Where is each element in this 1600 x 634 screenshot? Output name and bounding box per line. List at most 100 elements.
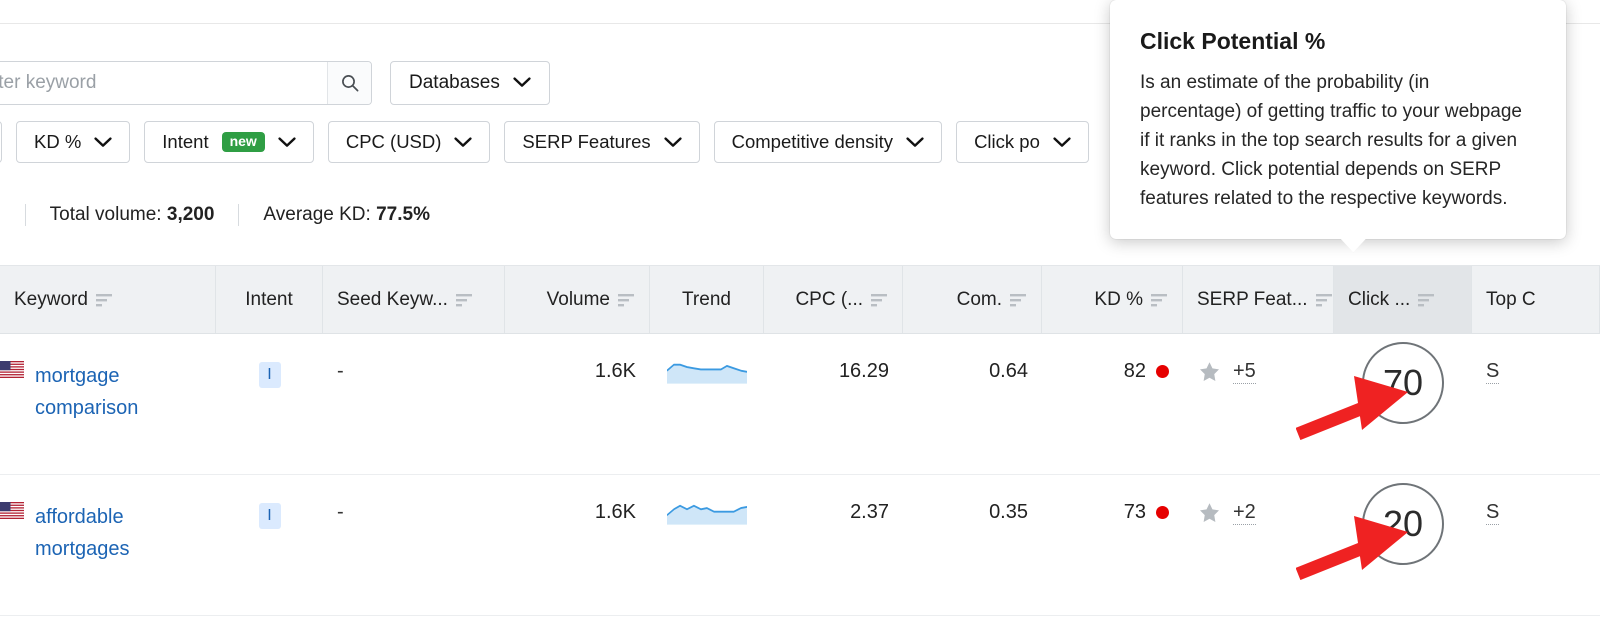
sort-icon[interactable]	[1418, 293, 1435, 307]
intent-badge[interactable]: I	[259, 503, 281, 529]
search-button[interactable]	[327, 62, 371, 104]
column-header-label: KD %	[1094, 289, 1143, 311]
star-icon[interactable]	[1197, 360, 1222, 384]
kd-difficulty-dot	[1156, 365, 1169, 378]
sort-icon[interactable]	[871, 293, 888, 307]
column-header-cpc[interactable]: CPC (...	[764, 266, 903, 333]
kd-wrap: 82	[1124, 360, 1169, 383]
filter-chip-label: KD %	[34, 131, 81, 153]
databases-label: Databases	[409, 72, 500, 94]
click-potential-tooltip: Click Potential % Is an estimate of the …	[1110, 0, 1566, 239]
click-potential-value: 70	[1362, 342, 1444, 424]
sort-icon[interactable]	[1151, 293, 1168, 307]
column-header-serp-feat[interactable]: SERP Feat...	[1183, 266, 1334, 333]
tooltip-body: Is an estimate of the probability (in pe…	[1140, 69, 1536, 213]
cell-competition: 0.64	[903, 334, 1042, 474]
sort-icon[interactable]	[96, 293, 113, 307]
intent-badge[interactable]: I	[259, 362, 281, 388]
chevron-down-icon	[94, 131, 112, 153]
serp-features-wrap: +2	[1197, 501, 1256, 525]
column-header-click[interactable]: Click ...	[1334, 266, 1472, 333]
chevron-down-icon	[513, 72, 531, 94]
new-badge: new	[222, 132, 265, 152]
cell-keyword: affordable mortgages	[0, 475, 216, 615]
volume-value: 1.6K	[595, 360, 636, 383]
column-header-kd[interactable]: KD %	[1042, 266, 1183, 333]
column-header-trend: Trend	[650, 266, 764, 333]
trend-sparkline	[667, 360, 747, 386]
sort-icon[interactable]	[456, 293, 473, 307]
us-flag-icon	[0, 360, 24, 387]
sort-icon[interactable]	[1316, 293, 1333, 307]
chevron-down-icon	[454, 131, 472, 153]
filter-chip-label: SERP Features	[522, 131, 650, 153]
filter-chip-kd[interactable]: KD %	[16, 121, 130, 163]
filters-toolbar: KD % Intent new CPC (USD) SERP Features Compe…	[0, 121, 1089, 163]
databases-dropdown[interactable]: Databases	[390, 61, 550, 105]
column-header-label: Seed Keyw...	[337, 289, 448, 311]
search-input[interactable]	[0, 62, 327, 104]
keyword-search-box[interactable]	[0, 61, 372, 105]
column-header-label: Com.	[957, 289, 1002, 311]
cell-cpc: 2.37	[764, 475, 903, 615]
filter-chip-click-po[interactable]: Click po	[956, 121, 1089, 163]
column-header-top-c: Top C	[1472, 266, 1600, 333]
filter-chip-label: Competitive density	[732, 131, 893, 153]
keyword-magic-tool-screen: Databases KD % Intent new CPC (USD) SERP Fea…	[0, 0, 1600, 634]
stat-2: Average KD: 77.5%	[239, 204, 454, 226]
stat-value: 3,200	[167, 204, 215, 225]
stat-value: 77.5%	[376, 204, 430, 225]
column-header-volume[interactable]: Volume	[505, 266, 650, 333]
filter-chip-label: Click po	[974, 131, 1040, 153]
star-icon[interactable]	[1197, 501, 1222, 525]
filter-chip-label: CPC (USD)	[346, 131, 442, 153]
table-row: mortgage comparisonI-1.6K16.290.6482+570…	[0, 334, 1600, 475]
table-row: affordable mortgages I - 1.6K 2.370.35 73 +2 20…	[0, 475, 1600, 616]
sort-icon[interactable]	[1010, 293, 1027, 307]
stat-1: Total volume: 3,200	[26, 204, 239, 226]
tooltip-title: Click Potential %	[1140, 28, 1536, 55]
seed-keyword-value: -	[337, 360, 344, 383]
serp-features-more[interactable]: +2	[1233, 501, 1256, 525]
chevron-down-icon	[278, 131, 296, 153]
top-competitor-value[interactable]: S	[1486, 501, 1499, 525]
kd-wrap: 73	[1124, 501, 1169, 524]
filter-chip-serp-features[interactable]: SERP Features	[504, 121, 699, 163]
top-competitor-value[interactable]: S	[1486, 360, 1499, 384]
filter-chip-label: Intent	[162, 131, 208, 153]
cell-kd: 73	[1042, 475, 1183, 615]
column-header-label: Top C	[1486, 289, 1536, 311]
serp-features-more[interactable]: +5	[1233, 360, 1256, 384]
filter-chip-cpc-usd[interactable]: CPC (USD)	[328, 121, 491, 163]
column-header-seed-keyw[interactable]: Seed Keyw...	[323, 266, 505, 333]
click-potential-value: 20	[1362, 483, 1444, 565]
stat-value: 2	[0, 204, 1, 225]
keyword-link[interactable]: mortgage comparison	[35, 360, 185, 424]
filter-chip-first[interactable]	[0, 121, 2, 163]
column-header-intent: Intent	[216, 266, 323, 333]
us-flag-icon	[0, 501, 24, 528]
cell-competition: 0.35	[903, 475, 1042, 615]
column-header-label: Intent	[245, 289, 293, 311]
stat-label: Average KD:	[263, 204, 370, 225]
cell-volume: 1.6K	[505, 475, 650, 615]
volume-value: 1.6K	[595, 501, 636, 524]
filter-chip-competitive-density[interactable]: Competitive density	[714, 121, 942, 163]
cell-volume: 1.6K	[505, 334, 650, 474]
column-header-label: Trend	[682, 289, 731, 311]
cell-serp-features: +5	[1183, 334, 1334, 474]
stat-0: s: 2	[0, 204, 25, 226]
search-icon	[340, 73, 360, 93]
kd-value: 73	[1124, 501, 1146, 524]
column-header-label: Click ...	[1348, 289, 1410, 311]
cell-top-competitor: S	[1472, 475, 1600, 615]
cell-seed-keyword: -	[323, 475, 505, 615]
column-header-com[interactable]: Com.	[903, 266, 1042, 333]
table-header-row: Keyword Intent Seed Keyw... Volume Trend CPC …	[0, 265, 1600, 334]
filter-chip-intent[interactable]: Intent new	[144, 121, 314, 163]
cell-keyword: mortgage comparison	[0, 334, 216, 474]
keyword-link[interactable]: affordable mortgages	[35, 501, 185, 565]
sort-icon[interactable]	[618, 293, 635, 307]
keywords-table: Keyword Intent Seed Keyw... Volume Trend CPC …	[0, 265, 1600, 616]
column-header-keyword[interactable]: Keyword	[0, 266, 216, 333]
